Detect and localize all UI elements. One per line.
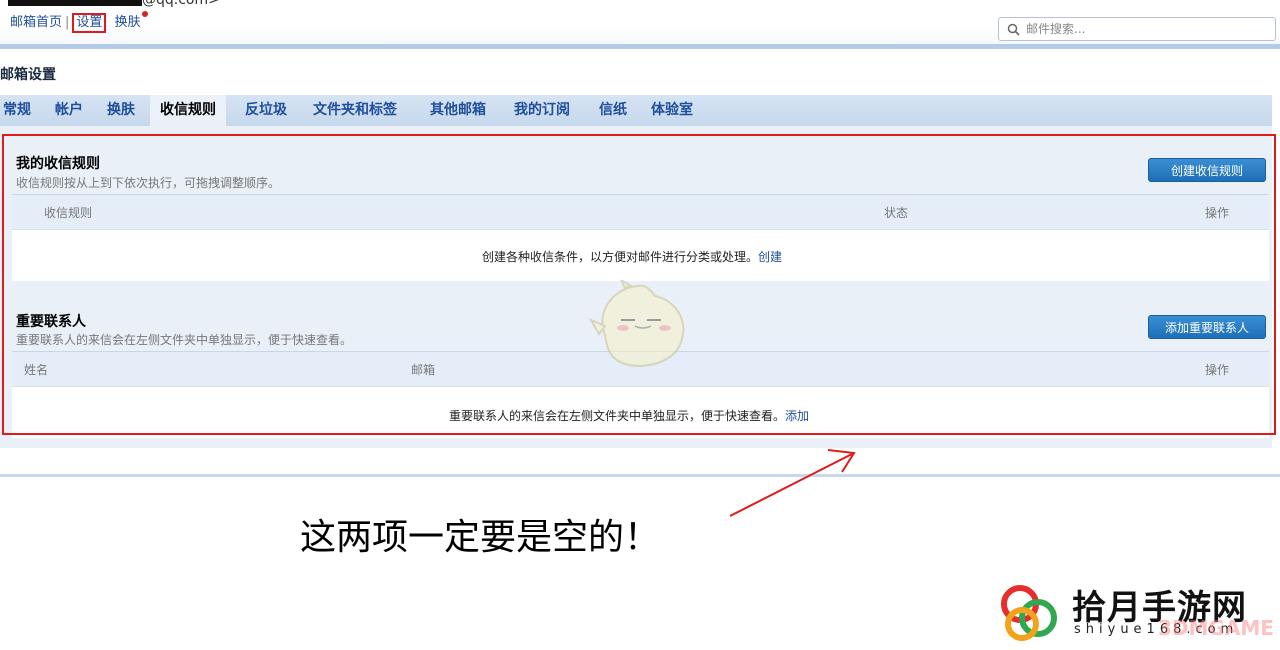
- tab-general[interactable]: 常规: [3, 95, 31, 126]
- annotation-arrow-icon: [729, 449, 856, 517]
- settings-tab-bar: 常规 帐户 换肤 收信规则 反垃圾 文件夹和标签 其他邮箱 我的订阅 信纸 体验…: [0, 95, 1272, 128]
- top-links: 邮箱首页 | 设置 换肤: [10, 11, 148, 33]
- rules-empty-message: 创建各种收信条件，以方便对邮件进行分类或处理。创建: [482, 248, 782, 265]
- tab-mail-rules[interactable]: 收信规则: [150, 95, 226, 128]
- contacts-section-title: 重要联系人: [16, 314, 86, 330]
- top-bar: @qq.com> 邮箱首页 | 设置 换肤: [0, 0, 1280, 46]
- tab-folders-labels[interactable]: 文件夹和标签: [313, 95, 397, 126]
- site-logo-icon: [1001, 585, 1057, 641]
- annotation-text: 这两项一定要是空的！: [300, 517, 661, 558]
- header-divider: [0, 44, 1280, 49]
- rules-empty-text: 创建各种收信条件，以方便对邮件进行分类或处理。: [482, 250, 759, 264]
- contacts-col-name: 姓名: [24, 363, 49, 377]
- rules-col-actions: 操作: [1205, 206, 1230, 220]
- contacts-section-description: 重要联系人的来信会在左侧文件夹中单独显示，便于快速查看。: [16, 333, 353, 347]
- skin-link[interactable]: 换肤: [115, 15, 141, 30]
- link-separator: |: [65, 15, 70, 30]
- tab-subscriptions[interactable]: 我的订阅: [514, 95, 570, 126]
- contacts-col-actions: 操作: [1205, 363, 1230, 377]
- search-icon: [1007, 23, 1020, 36]
- mascot-watermark-icon: [588, 280, 685, 367]
- rules-table-header: 收信规则 状态 操作: [12, 194, 1269, 230]
- tab-account[interactable]: 帐户: [55, 95, 83, 126]
- create-rule-button[interactable]: 创建收信规则: [1148, 158, 1266, 182]
- page-title: 邮箱设置: [0, 67, 56, 83]
- add-important-contact-button[interactable]: 添加重要联系人: [1148, 315, 1266, 339]
- tab-labs[interactable]: 体验室: [651, 95, 693, 126]
- contacts-empty-text: 重要联系人的来信会在左侧文件夹中单独显示，便于快速查看。: [449, 409, 786, 423]
- tab-stationery[interactable]: 信纸: [599, 95, 627, 126]
- rules-section-description: 收信规则按从上到下依次执行，可拖拽调整顺序。: [16, 176, 281, 190]
- overlay-watermark: 3DMGAME: [1158, 616, 1274, 640]
- contacts-empty-row: 重要联系人的来信会在左侧文件夹中单独显示，便于快速查看。添加: [12, 387, 1269, 438]
- tab-skin[interactable]: 换肤: [107, 95, 135, 126]
- contacts-empty-message: 重要联系人的来信会在左侧文件夹中单独显示，便于快速查看。添加: [449, 407, 809, 424]
- account-address-suffix: @qq.com>: [142, 0, 220, 8]
- mail-home-link[interactable]: 邮箱首页: [10, 15, 62, 30]
- notification-dot: [141, 11, 148, 17]
- rules-col-status: 状态: [884, 206, 909, 220]
- search-input[interactable]: [1024, 21, 1258, 37]
- rules-section-title: 我的收信规则: [16, 156, 100, 172]
- mail-search-box[interactable]: [998, 17, 1276, 41]
- create-rule-link[interactable]: 创建: [758, 250, 782, 264]
- settings-link[interactable]: 设置: [72, 13, 107, 33]
- contacts-col-email: 邮箱: [411, 363, 436, 377]
- add-contact-link[interactable]: 添加: [785, 409, 809, 423]
- tab-anti-spam[interactable]: 反垃圾: [245, 95, 287, 126]
- tab-other-mailboxes[interactable]: 其他邮箱: [430, 95, 486, 126]
- rules-empty-row: 创建各种收信条件，以方便对邮件进行分类或处理。创建: [12, 230, 1269, 281]
- rules-col-rule: 收信规则: [44, 206, 93, 220]
- footer-divider: [0, 474, 1280, 477]
- redacted-account: [8, 0, 142, 6]
